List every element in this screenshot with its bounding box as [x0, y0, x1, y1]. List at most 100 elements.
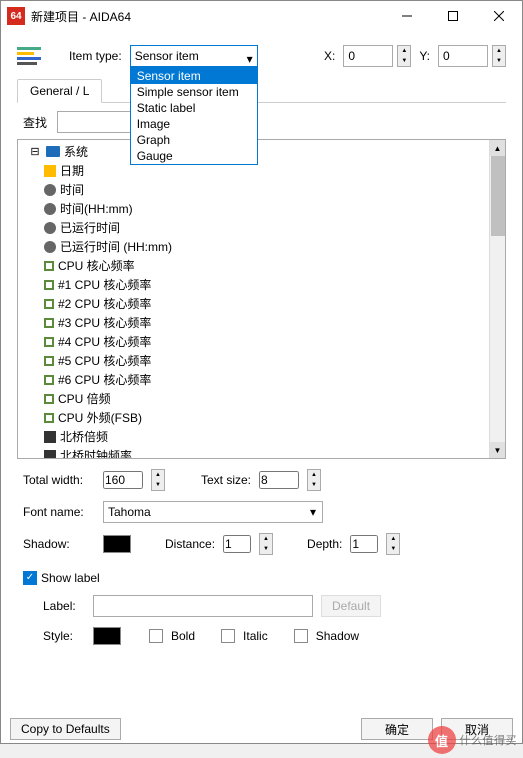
chevron-down-icon: ▾	[310, 505, 316, 519]
dropdown-option[interactable]: Gauge	[131, 148, 257, 164]
box-icon	[44, 337, 54, 347]
depth-input[interactable]	[350, 535, 378, 553]
text-size-label: Text size:	[201, 473, 251, 487]
clock-icon	[44, 241, 56, 253]
tree-root-label: 系统	[64, 143, 88, 160]
scrollbar[interactable]: ▲ ▼	[489, 140, 505, 458]
x-input[interactable]	[343, 45, 393, 67]
depth-spinner[interactable]: ▲▼	[386, 533, 400, 555]
tree-root[interactable]: ⊟ 系统	[20, 142, 503, 161]
tree-item[interactable]: CPU 外频(FSB)	[20, 408, 503, 427]
tab-general[interactable]: General / L	[17, 79, 102, 103]
watermark: 值 什么值得买	[428, 726, 518, 754]
shadow-color-swatch[interactable]	[103, 535, 131, 553]
clock-icon	[44, 222, 56, 234]
copy-defaults-button[interactable]: Copy to Defaults	[10, 718, 121, 740]
tree-item[interactable]: 已运行时间 (HH:mm)	[20, 237, 503, 256]
app-icon: 64	[7, 7, 25, 25]
tree-item[interactable]: 日期	[20, 161, 503, 180]
titlebar: 64 新建项目 - AIDA64	[1, 1, 522, 31]
tree-item-label: #3 CPU 核心频率	[58, 314, 151, 331]
label-input[interactable]	[93, 595, 313, 617]
dropdown-option[interactable]: Image	[131, 116, 257, 132]
tree-item-label: CPU 核心频率	[58, 257, 135, 274]
tree-item[interactable]: 时间(HH:mm)	[20, 199, 503, 218]
item-type-combo[interactable]: Sensor item ▾ Sensor item Simple sensor …	[130, 45, 258, 67]
clock-icon	[44, 184, 56, 196]
tree-item-label: 日期	[60, 162, 84, 179]
chip-icon	[44, 431, 56, 443]
tree-item[interactable]: #2 CPU 核心频率	[20, 294, 503, 313]
scroll-thumb[interactable]	[491, 156, 505, 236]
default-button[interactable]: Default	[321, 595, 381, 617]
bold-checkbox[interactable]	[149, 629, 163, 643]
show-label-text: Show label	[41, 571, 100, 585]
dropdown-option[interactable]: Graph	[131, 132, 257, 148]
dropdown-option[interactable]: Simple sensor item	[131, 84, 257, 100]
dropdown-option[interactable]: Sensor item	[131, 68, 257, 84]
y-input[interactable]	[438, 45, 488, 67]
italic-checkbox[interactable]	[221, 629, 235, 643]
clock-icon	[44, 203, 56, 215]
tree-item[interactable]: 已运行时间	[20, 218, 503, 237]
minus-icon[interactable]: ⊟	[28, 145, 42, 159]
y-spinner[interactable]: ▲▼	[492, 45, 506, 67]
style-color-swatch[interactable]	[93, 627, 121, 645]
tree-item[interactable]: 北桥倍频	[20, 427, 503, 446]
item-type-dropdown: Sensor item Simple sensor item Static la…	[130, 67, 258, 165]
tree-item[interactable]: #6 CPU 核心频率	[20, 370, 503, 389]
tree-item-label: 北桥倍频	[60, 428, 108, 445]
minimize-button[interactable]	[384, 1, 430, 31]
chip-icon	[44, 450, 56, 460]
tree-item[interactable]: #5 CPU 核心频率	[20, 351, 503, 370]
tree-item[interactable]: #4 CPU 核心频率	[20, 332, 503, 351]
tree-item-label: #2 CPU 核心频率	[58, 295, 151, 312]
total-width-label: Total width:	[23, 473, 95, 487]
scroll-down-icon[interactable]: ▼	[490, 442, 505, 458]
distance-spinner[interactable]: ▲▼	[259, 533, 273, 555]
x-spinner[interactable]: ▲▼	[397, 45, 411, 67]
tree-item-label: CPU 倍频	[58, 390, 111, 407]
tree-item[interactable]: CPU 倍频	[20, 389, 503, 408]
close-button[interactable]	[476, 1, 522, 31]
tree-item-label: #1 CPU 核心频率	[58, 276, 151, 293]
sys-icon	[44, 165, 56, 177]
total-width-spinner[interactable]: ▲▼	[151, 469, 165, 491]
ok-button[interactable]: 确定	[361, 718, 433, 740]
x-label: X:	[324, 49, 335, 63]
text-size-input[interactable]	[259, 471, 299, 489]
chevron-down-icon: ▾	[247, 52, 253, 66]
distance-label: Distance:	[165, 537, 215, 551]
show-label-checkbox[interactable]	[23, 571, 37, 585]
item-type-value: Sensor item	[135, 49, 199, 63]
box-icon	[44, 413, 54, 423]
distance-input[interactable]	[223, 535, 251, 553]
italic-label: Italic	[243, 629, 268, 643]
tree-item[interactable]: CPU 核心频率	[20, 256, 503, 275]
maximize-button[interactable]	[430, 1, 476, 31]
shadow-cb-label: Shadow	[316, 629, 359, 643]
tree-item-label: 时间	[60, 181, 84, 198]
shadow-checkbox[interactable]	[294, 629, 308, 643]
tree-item[interactable]: #3 CPU 核心频率	[20, 313, 503, 332]
depth-label: Depth:	[307, 537, 342, 551]
box-icon	[44, 299, 54, 309]
text-size-spinner[interactable]: ▲▼	[307, 469, 321, 491]
watermark-text: 什么值得买	[460, 732, 518, 748]
box-icon	[44, 394, 54, 404]
y-label: Y:	[419, 49, 430, 63]
sensor-tree[interactable]: ⊟ 系统 日期时间时间(HH:mm)已运行时间已运行时间 (HH:mm)CPU …	[17, 139, 506, 459]
tree-item[interactable]: 时间	[20, 180, 503, 199]
tree-item[interactable]: 北桥时钟频率	[20, 446, 503, 459]
dropdown-option[interactable]: Static label	[131, 100, 257, 116]
box-icon	[44, 280, 54, 290]
font-name-select[interactable]: Tahoma ▾	[103, 501, 323, 523]
tree-item-label: #5 CPU 核心频率	[58, 352, 151, 369]
dialog-window: 64 新建项目 - AIDA64 Item type: Sensor item …	[0, 0, 523, 744]
item-type-label: Item type:	[69, 49, 122, 63]
tree-item-label: #4 CPU 核心频率	[58, 333, 151, 350]
font-name-label: Font name:	[23, 505, 95, 519]
tree-item[interactable]: #1 CPU 核心频率	[20, 275, 503, 294]
total-width-input[interactable]	[103, 471, 143, 489]
scroll-up-icon[interactable]: ▲	[490, 140, 505, 156]
